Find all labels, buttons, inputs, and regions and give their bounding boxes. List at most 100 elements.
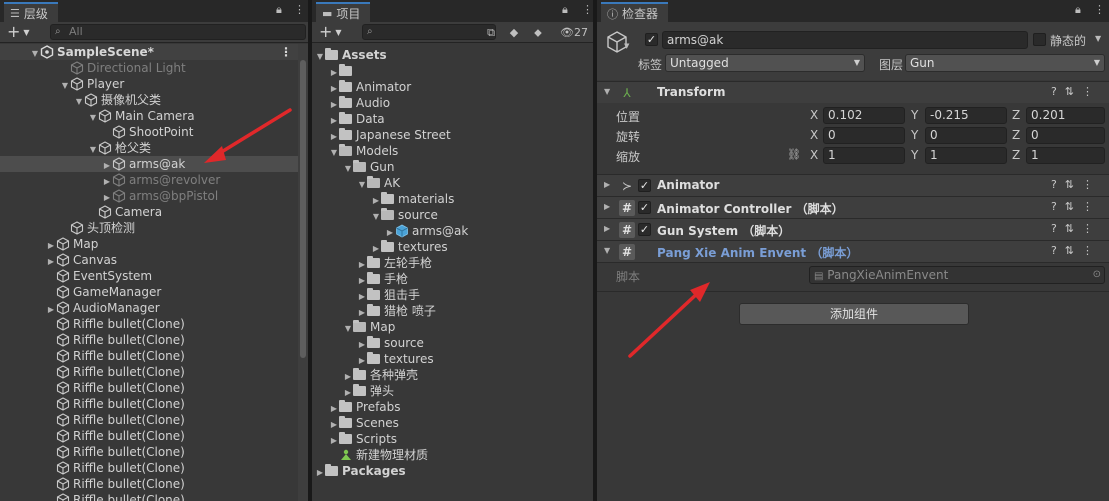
hierarchy-item[interactable]: ▶ Canvas xyxy=(0,252,308,268)
inspector-tab[interactable]: ⓘ 检查器 xyxy=(601,2,669,22)
hierarchy-item[interactable]: Riffle bullet(Clone) xyxy=(0,316,308,332)
icon-dropdown-icon[interactable]: ▼ xyxy=(624,42,629,50)
preset-icon[interactable]: ⇅ xyxy=(1065,178,1082,191)
hierarchy-item[interactable]: ▶ arms@ak xyxy=(0,156,308,172)
hierarchy-item[interactable]: EventSystem xyxy=(0,268,308,284)
more-menu-icon[interactable]: ⋮ xyxy=(1082,178,1101,191)
animator-controller-component-header[interactable]: ▶ # ✓ Animator Controller （脚本） ?⇅⋮ xyxy=(597,196,1109,218)
static-checkbox[interactable] xyxy=(1033,33,1046,46)
project-item[interactable]: ▶ Prefabs xyxy=(312,399,595,415)
hierarchy-item[interactable]: GameManager xyxy=(0,284,308,300)
position-y-field[interactable]: -0.215 xyxy=(925,107,1007,124)
search-by-type-icon[interactable]: ⧉ xyxy=(483,25,499,40)
hierarchy-item[interactable]: ▼ Main Camera xyxy=(0,108,308,124)
hierarchy-item[interactable]: ▼ 摄像机父类 xyxy=(0,92,308,108)
collapse-arrow-icon[interactable]: ▼ xyxy=(604,246,610,255)
rotation-y-field[interactable]: 0 xyxy=(925,127,1007,144)
project-item[interactable]: 新建物理材质 xyxy=(312,447,595,463)
more-menu-icon[interactable]: ⋮ xyxy=(294,3,305,16)
hierarchy-search-input[interactable]: ⌕ All xyxy=(50,24,306,40)
hierarchy-item[interactable]: ▶ AudioManager xyxy=(0,300,308,316)
scale-z-field[interactable]: 1 xyxy=(1026,147,1105,164)
hierarchy-item[interactable]: ▶ Map xyxy=(0,236,308,252)
hierarchy-item[interactable]: ShootPoint xyxy=(0,124,308,140)
project-item[interactable]: ▼ Gun xyxy=(312,159,595,175)
project-item[interactable]: ▶ source xyxy=(312,335,595,351)
help-icon[interactable]: ? xyxy=(1051,222,1065,235)
scene-row[interactable]: ▼ SampleScene* ⋮ xyxy=(0,44,308,60)
static-dropdown-icon[interactable]: ▼ xyxy=(1095,34,1101,43)
pang-xie-component-header[interactable]: ▼ # Pang Xie Anim Envent （脚本） ?⇅⋮ xyxy=(597,240,1109,262)
project-item[interactable]: ▶ 弹头 xyxy=(312,383,595,399)
expand-arrow-icon[interactable]: ▶ xyxy=(315,465,325,481)
more-menu-icon[interactable]: ⋮ xyxy=(1082,200,1101,213)
project-item[interactable]: ▶ Scripts xyxy=(312,431,595,447)
constrain-proportions-icon[interactable]: ⛓︎ xyxy=(787,148,801,161)
project-item[interactable]: ▶ Data xyxy=(312,111,595,127)
filter-by-label-icon[interactable]: ◆ xyxy=(506,25,522,40)
hierarchy-item[interactable]: Directional Light xyxy=(0,60,308,76)
create-asset-button[interactable]: + ▼ xyxy=(319,23,342,42)
tag-icon[interactable]: ⬥ xyxy=(530,25,546,40)
hierarchy-item[interactable]: Riffle bullet(Clone) xyxy=(0,412,308,428)
create-button[interactable]: + ▼ xyxy=(7,23,30,42)
project-item[interactable]: ▶ textures xyxy=(312,239,595,255)
project-item[interactable]: ▶ 各种弹壳 xyxy=(312,367,595,383)
animator-controller-enabled-checkbox[interactable]: ✓ xyxy=(638,201,651,214)
project-item[interactable]: ▶ textures xyxy=(312,351,595,367)
project-item[interactable]: ▶ arms@ak xyxy=(312,223,595,239)
project-item[interactable]: ▼ Models xyxy=(312,143,595,159)
hierarchy-item[interactable]: Riffle bullet(Clone) xyxy=(0,476,308,492)
scroll-thumb[interactable] xyxy=(300,60,306,358)
hierarchy-scrollbar[interactable] xyxy=(298,44,308,501)
animator-enabled-checkbox[interactable]: ✓ xyxy=(638,179,651,192)
hierarchy-item[interactable]: Riffle bullet(Clone) xyxy=(0,396,308,412)
hierarchy-item[interactable]: Camera xyxy=(0,204,308,220)
position-x-field[interactable]: 0.102 xyxy=(823,107,905,124)
expand-arrow-icon[interactable]: ▶ xyxy=(604,202,610,211)
project-item[interactable]: ▶ Audio xyxy=(312,95,595,111)
more-menu-icon[interactable]: ⋮ xyxy=(1082,85,1101,98)
project-tab[interactable]: ▬ 项目 xyxy=(316,2,371,22)
project-item[interactable]: ▼ Assets xyxy=(312,47,595,63)
hierarchy-item[interactable]: Riffle bullet(Clone) xyxy=(0,444,308,460)
animator-component-header[interactable]: ▶ ≻ ✓ Animator ?⇅⋮ xyxy=(597,174,1109,196)
gun-system-component-header[interactable]: ▶ # ✓ Gun System （脚本） ?⇅⋮ xyxy=(597,218,1109,240)
project-item[interactable]: ▶ 狙击手 xyxy=(312,287,595,303)
project-item[interactable]: ▶ 猎枪 喷子 xyxy=(312,303,595,319)
hierarchy-item[interactable]: Riffle bullet(Clone) xyxy=(0,332,308,348)
lock-icon[interactable]: 🔒︎ xyxy=(562,3,568,17)
gun-system-enabled-checkbox[interactable]: ✓ xyxy=(638,223,651,236)
collapse-arrow-icon[interactable]: ▼ xyxy=(604,87,610,96)
help-icon[interactable]: ? xyxy=(1051,244,1065,257)
scale-x-field[interactable]: 1 xyxy=(823,147,905,164)
hierarchy-item[interactable]: Riffle bullet(Clone) xyxy=(0,380,308,396)
layer-dropdown[interactable]: Gun ▼ xyxy=(905,54,1105,72)
hierarchy-item[interactable]: 头顶检测 xyxy=(0,220,308,236)
project-item[interactable]: ▶ 左轮手枪 xyxy=(312,255,595,271)
hierarchy-item[interactable]: ▶ arms@bpPistol xyxy=(0,188,308,204)
rotation-z-field[interactable]: 0 xyxy=(1026,127,1105,144)
hierarchy-item[interactable]: ▼ 枪父类 xyxy=(0,140,308,156)
project-search-input[interactable]: ⌕ xyxy=(362,24,496,40)
project-item[interactable]: ▶ materials xyxy=(312,191,595,207)
project-item[interactable]: ▶ xyxy=(312,63,595,79)
expand-arrow-icon[interactable]: ▶ xyxy=(604,224,610,233)
more-menu-icon[interactable]: ⋮ xyxy=(1082,222,1101,235)
preset-icon[interactable]: ⇅ xyxy=(1065,85,1082,98)
hierarchy-item[interactable]: Riffle bullet(Clone) xyxy=(0,364,308,380)
tag-dropdown[interactable]: Untagged ▼ xyxy=(665,54,865,72)
help-icon[interactable]: ? xyxy=(1051,178,1065,191)
lock-icon[interactable]: 🔒︎ xyxy=(1075,3,1081,17)
hierarchy-item[interactable]: Riffle bullet(Clone) xyxy=(0,428,308,444)
add-component-button[interactable]: 添加组件 xyxy=(739,303,969,325)
position-z-field[interactable]: 0.201 xyxy=(1026,107,1105,124)
more-menu-icon[interactable]: ⋮ xyxy=(1094,3,1105,16)
preset-icon[interactable]: ⇅ xyxy=(1065,200,1082,213)
project-item[interactable]: ▶ Scenes xyxy=(312,415,595,431)
help-icon[interactable]: ? xyxy=(1051,200,1065,213)
project-item[interactable]: ▶ Japanese Street xyxy=(312,127,595,143)
preset-icon[interactable]: ⇅ xyxy=(1065,244,1082,257)
project-item[interactable]: ▶ Packages xyxy=(312,463,595,479)
hierarchy-item[interactable]: ▼ Player xyxy=(0,76,308,92)
